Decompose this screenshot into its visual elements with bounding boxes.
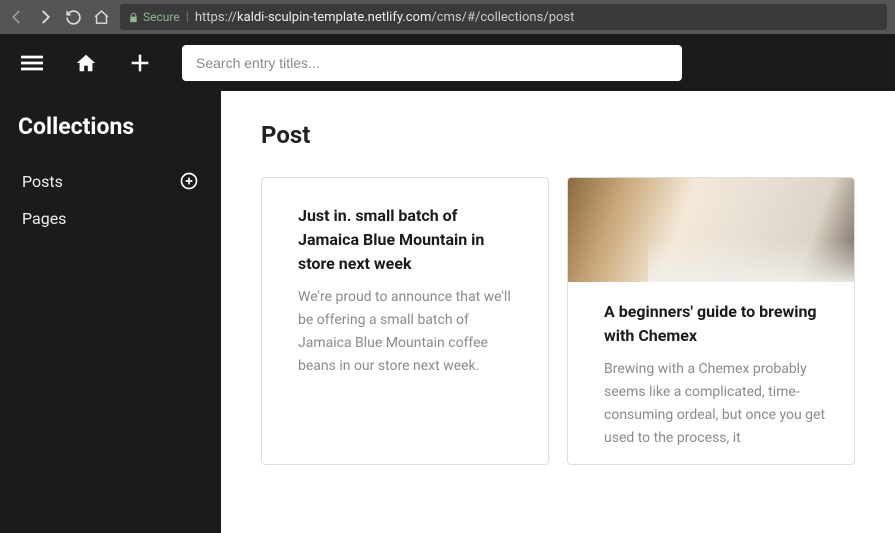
add-icon[interactable] (128, 51, 152, 75)
add-circle-icon[interactable] (179, 171, 199, 191)
browser-nav-group (8, 8, 110, 26)
secure-badge: Secure (128, 10, 180, 24)
card-title: A beginners' guide to brewing with Cheme… (604, 300, 836, 348)
sidebar-item-posts[interactable]: Posts (18, 162, 203, 200)
card-grid: Just in. small batch of Jamaica Blue Mou… (261, 177, 855, 465)
search-container (182, 45, 682, 81)
home-icon[interactable] (92, 8, 110, 26)
search-input[interactable] (182, 45, 682, 81)
sidebar-item-pages[interactable]: Pages (18, 200, 203, 237)
lock-icon (128, 12, 139, 23)
card-description: Brewing with a Chemex probably seems lik… (604, 358, 836, 450)
address-bar[interactable]: Secure | https://kaldi-sculpin-template.… (120, 4, 887, 30)
card-body: A beginners' guide to brewing with Cheme… (568, 282, 854, 464)
card-image (568, 178, 854, 282)
main-content: Post Just in. small batch of Jamaica Blu… (221, 91, 895, 533)
menu-icon[interactable] (20, 51, 44, 75)
sidebar-item-label: Pages (22, 209, 66, 228)
forward-icon[interactable] (36, 8, 54, 26)
card-title: Just in. small batch of Jamaica Blue Mou… (298, 204, 520, 276)
sidebar-item-label: Posts (22, 172, 63, 191)
card-body: Just in. small batch of Jamaica Blue Mou… (262, 178, 548, 392)
sidebar-title: Collections (18, 113, 203, 140)
secure-label: Secure (143, 10, 180, 24)
reload-icon[interactable] (64, 8, 82, 26)
browser-chrome-bar: Secure | https://kaldi-sculpin-template.… (0, 0, 895, 34)
page-title: Post (261, 121, 855, 149)
post-card[interactable]: A beginners' guide to brewing with Cheme… (567, 177, 855, 465)
post-card[interactable]: Just in. small batch of Jamaica Blue Mou… (261, 177, 549, 465)
url-separator: | (186, 10, 189, 25)
back-icon[interactable] (8, 8, 26, 26)
card-description: We're proud to announce that we'll be of… (298, 286, 520, 378)
body-wrap: Collections Posts Pages Post Just in. sm… (0, 91, 895, 533)
home-nav-icon[interactable] (74, 51, 98, 75)
sidebar: Collections Posts Pages (0, 91, 221, 533)
url-text: https://kaldi-sculpin-template.netlify.c… (195, 10, 574, 25)
app-toolbar (0, 34, 895, 91)
